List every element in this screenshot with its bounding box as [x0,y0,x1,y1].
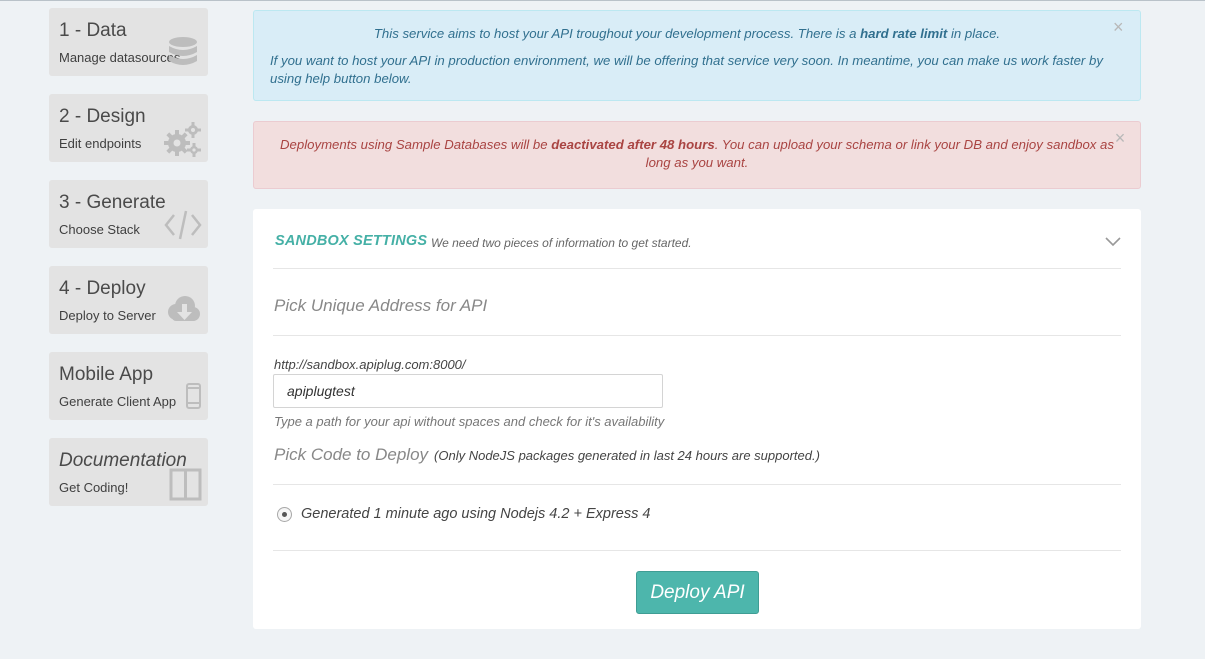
step-title: Mobile App [59,364,154,385]
divider [273,268,1121,269]
api-path-input[interactable] [273,374,663,408]
step-title: 3 - Generate [59,192,166,213]
sidebar-step-data[interactable]: 1 - Data Manage datasources [49,8,208,76]
panel-title: SANDBOX SETTINGS [275,233,428,249]
code-heading-label: Pick Code to Deploy [274,445,429,464]
sidebar-step-design[interactable]: 2 - Design Edit endpoints [49,94,208,162]
sandbox-settings-panel: SANDBOX SETTINGS We need two pieces of i… [253,209,1141,629]
chevron-down-icon[interactable] [1105,234,1121,247]
sidebar-step-documentation[interactable]: Documentation Get Coding! [49,438,208,506]
step-subtitle: Edit endpoints [59,136,142,151]
base-url-label: http://sandbox.apiplug.com:8000/ [274,357,466,372]
package-radio[interactable] [277,506,292,522]
panel-subtitle: We need two pieces of information to get… [431,236,692,250]
step-title: 4 - Deploy [59,278,146,299]
danger-alert-text: Deployments using Sample Databases will … [280,137,1114,170]
sidebar: 1 - Data Manage datasources 2 - Design E… [49,8,208,524]
code-heading-note: (Only NodeJS packages generated in last … [434,448,820,463]
divider [273,484,1121,485]
close-icon[interactable]: × [1113,129,1127,147]
info-alert-line2: If you want to host your API in producti… [270,53,1103,86]
gears-icon [164,120,202,158]
deploy-api-button[interactable]: Deploy API [636,571,759,614]
deactivation-emphasis: deactivated after 48 hours [551,137,715,152]
info-alert-line1: This service aims to host your API troug… [373,26,1001,41]
database-icon [164,34,202,72]
sidebar-step-generate[interactable]: 3 - Generate Choose Stack [49,180,208,248]
divider [273,550,1121,551]
step-subtitle: Choose Stack [59,222,140,237]
package-option[interactable]: Generated 1 minute ago using Nodejs 4.2 … [277,506,650,522]
step-subtitle: Deploy to Server [59,308,156,323]
code-heading: Pick Code to Deploy (Only NodeJS packages… [274,445,820,465]
address-heading: Pick Unique Address for API [274,296,488,315]
divider [273,335,1121,336]
package-option-label: Generated 1 minute ago using Nodejs 4.2 … [301,506,651,522]
info-alert: This service aims to host your API troug… [253,10,1141,101]
step-title: 2 - Design [59,106,146,127]
step-title: 1 - Data [59,20,127,41]
top-border [0,0,1205,1]
cloud-download-icon [164,292,202,330]
rate-limit-emphasis: hard rate limit [860,26,948,41]
sidebar-step-deploy[interactable]: 4 - Deploy Deploy to Server [49,266,208,334]
sidebar-step-mobile-app[interactable]: Mobile App Generate Client App [49,352,208,420]
step-subtitle: Manage datasources [59,50,181,65]
step-subtitle: Generate Client App [59,394,177,409]
book-icon [164,464,202,502]
path-help-text: Type a path for your api without spaces … [274,414,665,429]
danger-alert: Deployments using Sample Databases will … [253,121,1141,189]
close-icon[interactable]: × [1113,18,1127,36]
step-subtitle: Get Coding! [59,480,129,495]
mobile-phone-icon [164,378,202,416]
code-icon [164,206,202,244]
